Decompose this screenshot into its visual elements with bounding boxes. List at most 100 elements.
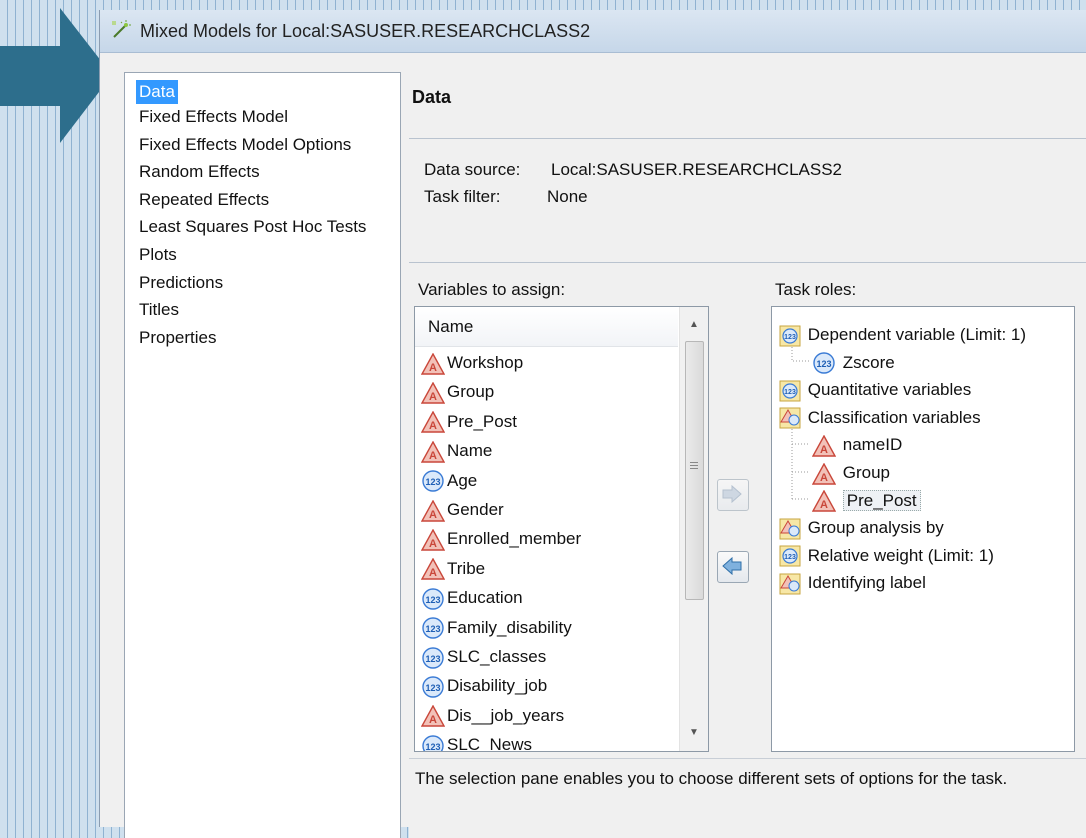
task-roles-label: Task roles: bbox=[775, 280, 857, 299]
scroll-down-icon[interactable]: ▼ bbox=[689, 727, 699, 738]
variable-name: Gender bbox=[447, 500, 504, 519]
role-label: Dependent variable (Limit: 1) bbox=[807, 325, 1027, 344]
task-roles-tree[interactable]: 123 Dependent variable (Limit: 1) 123 Zsc… bbox=[771, 306, 1075, 752]
add-to-role-button[interactable] bbox=[717, 479, 749, 511]
task-role-item[interactable]: Classification variables bbox=[779, 404, 981, 432]
nav-item-data[interactable]: Data bbox=[136, 80, 178, 104]
nav-item-least-squares-post-hoc-tests[interactable]: Least Squares Post Hoc Tests bbox=[136, 215, 369, 239]
nav-item-fixed-effects-model-options[interactable]: Fixed Effects Model Options bbox=[136, 133, 354, 157]
arrow-left-icon bbox=[722, 557, 742, 575]
task-filter-label: Task filter: bbox=[424, 187, 501, 206]
variable-item[interactable]: A Tribe bbox=[420, 555, 485, 583]
name-column-header-label: Name bbox=[428, 317, 474, 336]
help-pane: The selection pane enables you to choose… bbox=[409, 758, 1086, 838]
variable-item[interactable]: A Name bbox=[420, 437, 492, 465]
classification-role-icon bbox=[779, 407, 803, 429]
role-label: Zscore bbox=[842, 352, 895, 372]
variable-name: Family_disability bbox=[447, 617, 572, 637]
variable-item[interactable]: A Gender bbox=[420, 496, 504, 524]
numeric-role-icon: 123 bbox=[779, 545, 803, 567]
variable-item[interactable]: A Pre_Post bbox=[420, 408, 517, 436]
svg-text:A: A bbox=[820, 499, 828, 511]
title-bar: Mixed Models for Local:SASUSER.RESEARCHC… bbox=[100, 10, 1086, 53]
name-column-header[interactable]: Name bbox=[415, 307, 678, 347]
numeric-variable-icon: 123 bbox=[421, 646, 447, 669]
nav-item-repeated-effects[interactable]: Repeated Effects bbox=[136, 188, 272, 212]
panel-heading: Data bbox=[412, 87, 452, 107]
data-source-label: Data source: bbox=[424, 160, 521, 179]
task-role-item[interactable]: 123 Quantitative variables bbox=[779, 376, 971, 404]
numeric-variable-icon: 123 bbox=[421, 588, 447, 610]
task-role-item[interactable]: Identifying label bbox=[779, 569, 926, 597]
numeric-variable-icon: 123 bbox=[421, 676, 447, 698]
svg-text:A: A bbox=[429, 391, 437, 403]
role-variable-item[interactable]: 123 Zscore bbox=[812, 349, 895, 377]
svg-text:123: 123 bbox=[784, 389, 796, 396]
numeric-role-icon: 123 bbox=[779, 380, 803, 402]
nav-item-properties[interactable]: Properties bbox=[136, 326, 219, 350]
nav-item-fixed-effects-model[interactable]: Fixed Effects Model bbox=[136, 105, 291, 129]
role-variable-item[interactable]: A nameID bbox=[811, 431, 902, 459]
svg-text:123: 123 bbox=[425, 477, 440, 487]
nav-item-predictions[interactable]: Predictions bbox=[136, 271, 226, 295]
character-variable-icon: A bbox=[420, 440, 447, 463]
svg-text:123: 123 bbox=[784, 554, 796, 561]
variable-item[interactable]: A Enrolled_member bbox=[420, 525, 582, 553]
scroll-up-icon[interactable]: ▲ bbox=[689, 319, 699, 330]
variables-list[interactable]: Name A Workshop A Group A Pre_Post A Name 123 Age… bbox=[414, 306, 709, 752]
variable-item[interactable]: A Group bbox=[420, 378, 495, 406]
classification-role-icon bbox=[779, 518, 803, 540]
character-variable-icon: A bbox=[420, 381, 447, 404]
svg-text:A: A bbox=[429, 509, 437, 521]
variable-item[interactable]: 123 SLC_News bbox=[421, 731, 532, 751]
variables-scrollbar[interactable]: ▲ ▼ bbox=[679, 307, 708, 751]
variable-item[interactable]: A Workshop bbox=[420, 349, 523, 377]
nav-item-titles[interactable]: Titles bbox=[136, 298, 182, 322]
variable-name: Pre_Post bbox=[447, 411, 517, 431]
variable-name: Disability_job bbox=[447, 676, 548, 696]
role-variable-item[interactable]: A Group bbox=[811, 459, 890, 487]
numeric-variable-icon: 123 bbox=[421, 470, 447, 492]
task-role-item[interactable]: 123 Dependent variable (Limit: 1) bbox=[779, 321, 1026, 349]
variable-item[interactable]: 123 Family_disability bbox=[421, 614, 572, 642]
remove-from-role-button[interactable] bbox=[717, 551, 749, 583]
nav-item-random-effects[interactable]: Random Effects bbox=[136, 160, 263, 184]
task-filter-value: None bbox=[547, 187, 588, 206]
svg-text:A: A bbox=[429, 714, 437, 726]
character-variable-icon: A bbox=[420, 499, 447, 522]
character-variable-icon: A bbox=[811, 462, 838, 485]
scrollbar-thumb[interactable] bbox=[685, 341, 704, 600]
variable-name: Dis__job_years bbox=[447, 705, 565, 725]
role-label: Relative weight (Limit: 1) bbox=[807, 545, 994, 565]
pointer-arrow-icon bbox=[0, 8, 112, 143]
role-label: Quantitative variables bbox=[807, 380, 972, 400]
role-label: Group analysis by bbox=[807, 518, 944, 538]
svg-text:A: A bbox=[820, 444, 828, 456]
variable-item[interactable]: 123 Disability_job bbox=[421, 672, 547, 700]
window-title: Mixed Models for Local:SASUSER.RESEARCHC… bbox=[140, 21, 591, 41]
character-variable-icon: A bbox=[420, 528, 447, 551]
nav-item-plots[interactable]: Plots bbox=[136, 243, 180, 267]
numeric-role-icon: 123 bbox=[779, 325, 803, 347]
variable-name: Group bbox=[447, 382, 495, 402]
svg-text:123: 123 bbox=[784, 334, 796, 341]
role-label: Identifying label bbox=[807, 573, 926, 593]
help-text: The selection pane enables you to choose… bbox=[415, 769, 1008, 788]
task-role-item[interactable]: 123 Relative weight (Limit: 1) bbox=[779, 542, 994, 570]
task-role-item[interactable]: Group analysis by bbox=[779, 514, 944, 542]
character-variable-icon: A bbox=[420, 557, 447, 581]
svg-text:A: A bbox=[429, 362, 437, 374]
variable-name: SLC_classes bbox=[447, 647, 547, 666]
role-variable-item[interactable]: A Pre_Post bbox=[811, 487, 921, 515]
variable-item[interactable]: A Dis__job_years bbox=[420, 702, 565, 730]
variable-item[interactable]: 123 SLC_classes bbox=[421, 643, 546, 671]
variables-to-assign-label: Variables to assign: bbox=[418, 280, 566, 299]
data-source-value: Local:SASUSER.RESEARCHCLASS2 bbox=[551, 160, 843, 179]
info-divider bbox=[409, 262, 1086, 263]
svg-text:123: 123 bbox=[425, 624, 440, 634]
variable-name: Enrolled_member bbox=[447, 529, 582, 549]
variable-item[interactable]: 123 Age bbox=[421, 467, 477, 495]
character-variable-icon: A bbox=[420, 352, 447, 375]
mixed-models-dialog: Mixed Models for Local:SASUSER.RESEARCHC… bbox=[99, 10, 1086, 838]
variable-item[interactable]: 123 Education bbox=[421, 584, 523, 612]
